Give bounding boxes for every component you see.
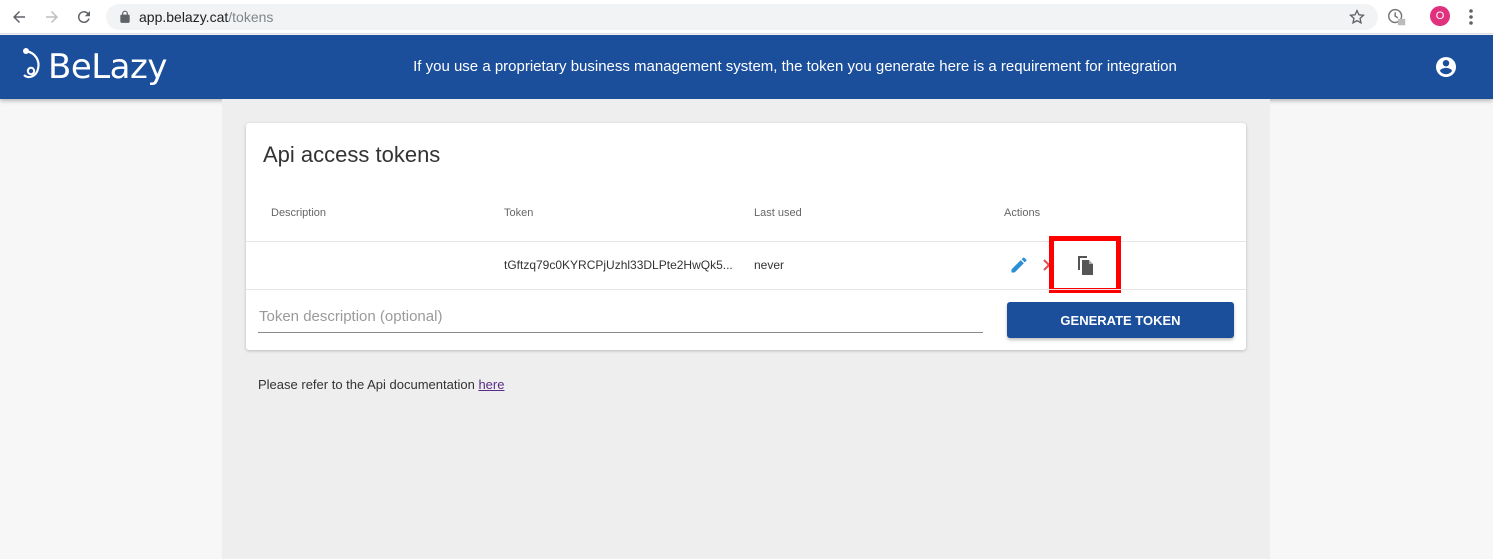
main-content: Api access tokens Description Token Last… (222, 99, 1270, 559)
copy-token-button[interactable] (1049, 236, 1121, 293)
card-title: Api access tokens (263, 142, 441, 167)
account-circle-icon[interactable] (1434, 55, 1458, 79)
table-divider (246, 289, 1246, 290)
column-header-last-used: Last used (754, 207, 802, 219)
app-header: BeLazy If you use a proprietary business… (0, 35, 1493, 99)
lock-icon (120, 10, 130, 23)
arrow-left-icon (13, 11, 25, 23)
edit-pencil-icon[interactable] (1009, 255, 1029, 275)
browser-toolbar: app.belazy.cat/tokens O (0, 0, 1493, 34)
belazy-logo[interactable]: BeLazy (20, 43, 168, 91)
column-header-actions: Actions (1004, 207, 1041, 219)
doc-note-text: Please refer to the Api documentation (258, 377, 475, 392)
api-doc-link[interactable]: here (478, 377, 504, 392)
profile-avatar[interactable]: O (1430, 6, 1450, 26)
address-bar[interactable]: app.belazy.cat/tokens (106, 4, 1378, 30)
copy-icon (1078, 255, 1093, 275)
logo-mark-icon (23, 48, 40, 79)
token-value-cell: tGftzq79c0KYRCPjUzhl33DLPte2HwQk5... (504, 258, 733, 272)
last-used-cell: never (754, 258, 785, 272)
logo-text: BeLazy (48, 47, 168, 87)
url-text: app.belazy.cat/tokens (139, 9, 273, 25)
generate-token-button[interactable]: GENERATE TOKEN (1007, 302, 1234, 338)
url-host: app.belazy.cat (139, 9, 229, 25)
bookmark-star-icon[interactable] (1348, 8, 1366, 26)
header-message: If you use a proprietary business manage… (413, 58, 1177, 75)
extension-icon[interactable] (1386, 6, 1408, 28)
api-tokens-card: Api access tokens Description Token Last… (246, 123, 1246, 350)
more-vert-icon[interactable] (1464, 7, 1478, 27)
forward-button[interactable] (41, 6, 63, 28)
reload-icon (77, 11, 90, 24)
arrow-right-icon (46, 11, 58, 23)
url-path: /tokens (228, 9, 274, 25)
back-button[interactable] (8, 6, 30, 28)
token-description-input[interactable] (258, 301, 983, 333)
reload-button[interactable] (73, 6, 95, 28)
api-doc-note: Please refer to the Api documentation he… (258, 377, 504, 392)
column-header-description: Description (271, 207, 327, 219)
column-header-token: Token (504, 207, 534, 219)
